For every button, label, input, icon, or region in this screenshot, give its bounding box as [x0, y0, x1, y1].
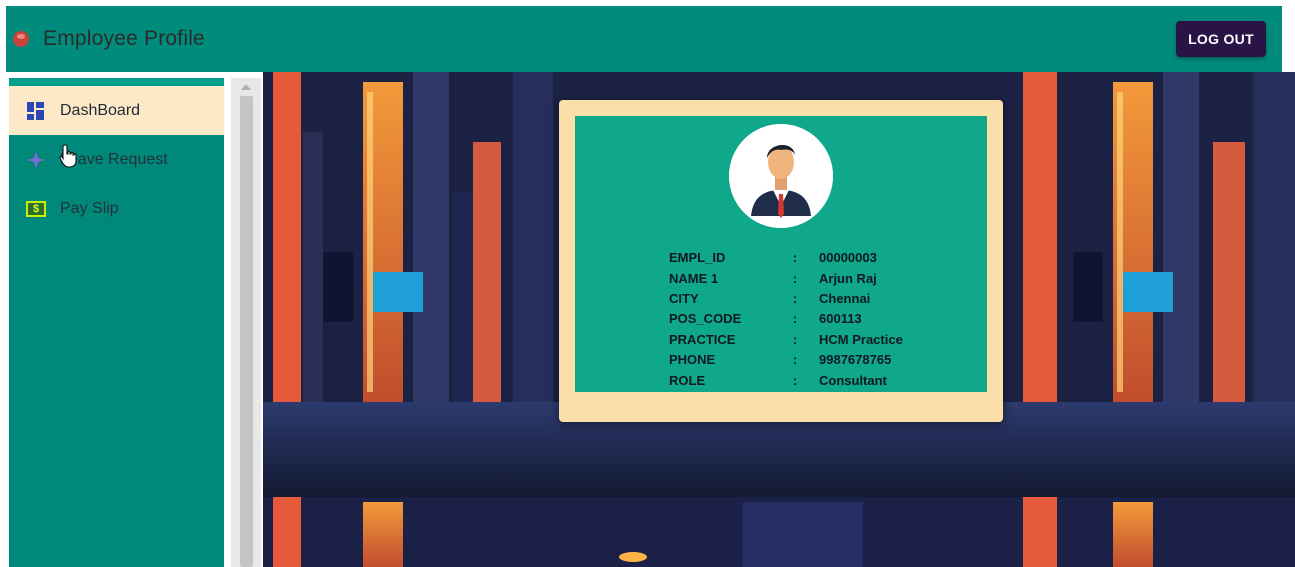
sparkle-icon [26, 150, 46, 170]
profile-row-pos-code: POS_CODE : 600113 [669, 309, 903, 329]
field-label: POS_CODE [669, 311, 742, 327]
sidebar-item-leave-request[interactable]: Leave Request [9, 135, 224, 184]
sidebar-item-label: DashBoard [60, 101, 141, 119]
field-label: PRACTICE [669, 331, 736, 347]
profile-row-empl-id: EMPL_ID : 00000003 [669, 248, 903, 268]
sidebar-top-accent [9, 78, 224, 86]
profile-row-role: ROLE : Consultant [669, 370, 903, 390]
dollar-bill-icon: $ [26, 200, 46, 217]
field-label: EMPL_ID [669, 250, 726, 266]
sidebar: DashBoard Leave Request $ Pay Slip [9, 78, 224, 567]
profile-row-phone: PHONE : 9987678765 [669, 350, 903, 370]
scroll-thumb[interactable] [240, 96, 253, 567]
sidebar-item-pay-slip[interactable]: $ Pay Slip [9, 184, 224, 233]
field-value: 00000003 [819, 250, 877, 266]
field-value: HCM Practice [819, 331, 903, 347]
app-header: Employee Profile LOG OUT [6, 6, 1282, 72]
field-value: Arjun Raj [819, 270, 877, 286]
field-value: Chennai [819, 290, 871, 306]
profile-row-name: NAME 1 : Arjun Raj [669, 268, 903, 288]
logout-button[interactable]: LOG OUT [1176, 21, 1266, 57]
field-separator: : [792, 311, 798, 327]
sidebar-item-dashboard[interactable]: DashBoard [9, 86, 224, 135]
field-separator: : [792, 372, 798, 388]
field-label: PHONE [669, 352, 716, 368]
field-value: 9987678765 [819, 352, 892, 368]
field-separator: : [792, 290, 798, 306]
field-separator: : [792, 270, 798, 286]
field-value: 600113 [819, 311, 862, 327]
profile-row-city: CITY : Chennai [669, 289, 903, 309]
profile-logo-icon [13, 31, 29, 47]
field-value: Consultant [819, 372, 887, 388]
field-separator: : [792, 331, 798, 347]
field-label: CITY [669, 290, 699, 306]
profile-row-practice: PRACTICE : HCM Practice [669, 330, 903, 350]
field-separator: : [792, 352, 798, 368]
sidebar-scrollbar[interactable] [231, 78, 261, 567]
sidebar-item-label: Pay Slip [60, 199, 119, 217]
field-label: ROLE [669, 372, 706, 388]
profile-card: EMPL_ID : 00000003 NAME 1 : Arjun Raj CI… [559, 100, 1003, 422]
scroll-up-arrow-icon[interactable] [241, 84, 251, 90]
dashboard-icon [26, 101, 46, 121]
profile-card-body: EMPL_ID : 00000003 NAME 1 : Arjun Raj CI… [575, 116, 987, 392]
person-avatar-icon [729, 124, 833, 228]
field-label: NAME 1 [669, 270, 719, 286]
field-separator: : [792, 250, 798, 266]
app-title: Employee Profile [43, 27, 205, 50]
profile-details-table: EMPL_ID : 00000003 NAME 1 : Arjun Raj CI… [669, 248, 903, 391]
avatar [729, 124, 833, 228]
hand-cursor-icon [59, 144, 77, 168]
